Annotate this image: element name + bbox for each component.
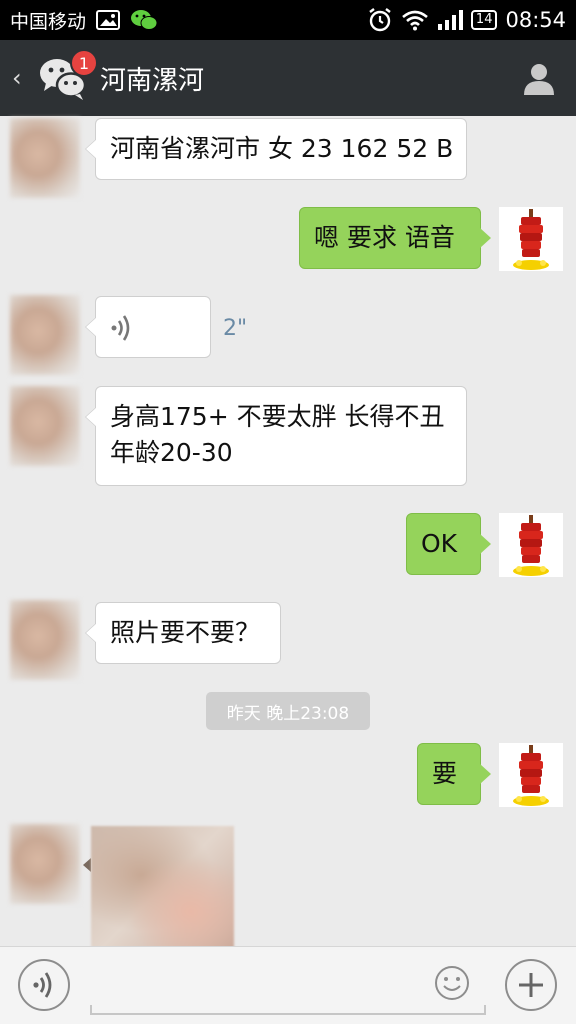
message-bubble-outgoing[interactable]: 要 <box>417 743 491 805</box>
voice-wave-icon <box>111 315 130 341</box>
chat-info-button[interactable] <box>514 53 564 103</box>
message-bubble-incoming[interactable]: 照片要不要？ <box>85 602 281 664</box>
my-avatar[interactable] <box>499 513 563 577</box>
status-bar: 中国移动 14 08:54 <box>0 0 576 40</box>
my-avatar[interactable] <box>499 207 563 271</box>
contact-avatar[interactable] <box>10 295 80 375</box>
firecracker-avatar-icon <box>513 515 549 576</box>
message-text: 照片要不要？ <box>110 618 261 647</box>
message-text: 河南省漯河市 女 23 162 52 B <box>110 134 454 163</box>
alarm-icon <box>367 8 393 32</box>
timestamp-divider: 昨天 晚上23:08 <box>206 692 370 730</box>
status-right: 14 08:54 <box>367 8 566 32</box>
plus-icon <box>519 973 543 997</box>
message-bubble-incoming[interactable]: 身高175+ 不要太胖 长得不丑 年龄20-30 <box>85 386 467 486</box>
contact-avatar[interactable] <box>10 824 80 904</box>
signal-icon <box>437 9 463 31</box>
wifi-icon <box>401 9 429 31</box>
message-bubble-outgoing[interactable]: 嗯 要求 语音 <box>299 207 491 269</box>
firecracker-avatar-icon <box>513 745 549 806</box>
message-text: 嗯 要求 语音 <box>314 223 455 252</box>
message-input[interactable] <box>90 957 486 1015</box>
contact-avatar[interactable] <box>10 118 80 198</box>
message-text-line: 年龄20-30 <box>110 438 233 467</box>
profile-icon <box>524 64 554 95</box>
image-message[interactable] <box>91 826 234 948</box>
contact-avatar[interactable] <box>10 600 80 680</box>
chat-title: 河南漯河 <box>100 65 205 96</box>
voice-mode-icon <box>33 972 52 998</box>
firecracker-avatar-icon <box>513 209 549 270</box>
image-bubble-tail <box>83 858 91 872</box>
voice-message-bubble[interactable] <box>85 296 211 358</box>
emoji-button[interactable] <box>434 965 470 1001</box>
message-text: OK <box>421 529 458 558</box>
status-left: 中国移动 <box>10 7 158 34</box>
unread-badge: 1 <box>70 49 98 77</box>
message-text-line: 身高175+ 不要太胖 长得不丑 <box>110 402 445 431</box>
title-bar: ‹ 1 河南漯河 <box>0 40 576 116</box>
voice-duration: 2" <box>223 316 248 341</box>
image-icon <box>96 10 121 30</box>
voice-mode-button[interactable] <box>18 959 70 1011</box>
carrier-name: 中国移动 <box>10 10 87 33</box>
wechat-icon <box>130 9 158 31</box>
back-button[interactable]: 1 <box>38 49 98 101</box>
my-avatar[interactable] <box>499 743 563 807</box>
battery-icon: 14 <box>470 10 498 30</box>
emoji-icon <box>435 966 469 1000</box>
message-text: 要 <box>432 759 458 788</box>
more-button[interactable] <box>505 959 557 1011</box>
contact-avatar[interactable] <box>10 386 80 466</box>
message-bubble-outgoing[interactable]: OK <box>406 513 491 575</box>
back-chevron-icon[interactable]: ‹ <box>12 64 32 92</box>
status-time: 08:54 <box>505 8 566 32</box>
input-bar <box>0 946 576 1024</box>
message-bubble-incoming[interactable]: 河南省漯河市 女 23 162 52 B <box>85 118 467 180</box>
